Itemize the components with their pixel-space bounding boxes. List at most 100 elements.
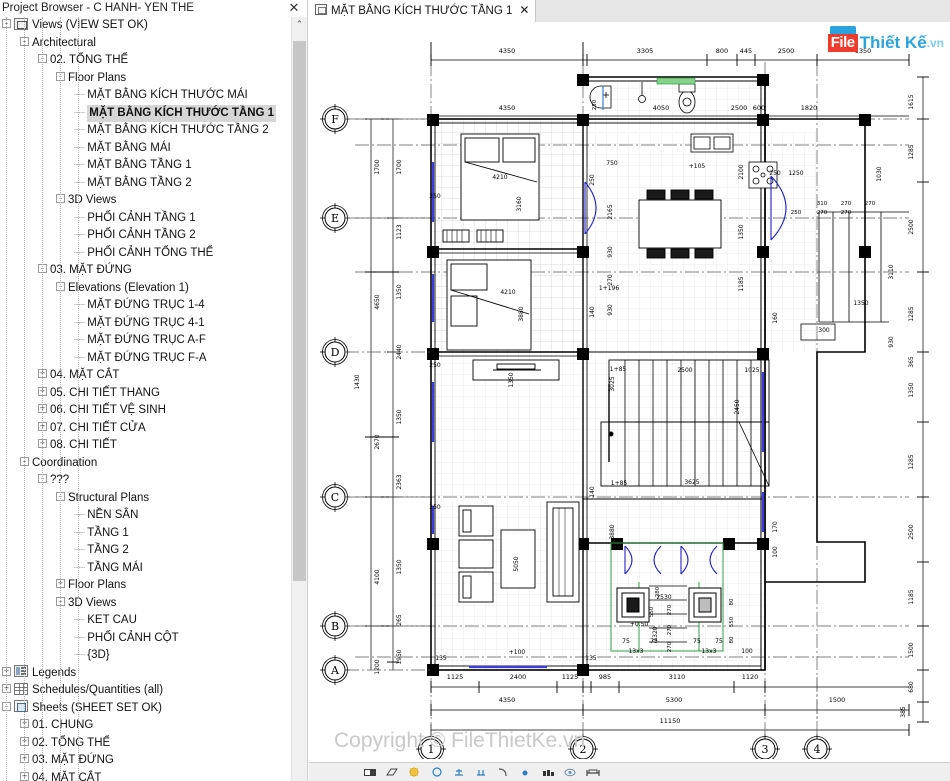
analytical-icon[interactable] (586, 767, 600, 778)
view-control-bar[interactable] (309, 762, 950, 781)
tree-item[interactable]: -??? (0, 472, 292, 490)
tree-item[interactable]: +01. CHUNG (0, 717, 292, 735)
tree-item-label: {3D} (87, 649, 110, 661)
project-browser-panel: Project Browser - C HANH- YEN THE ✕ - Vie… (0, 0, 308, 781)
svg-text:1030: 1030 (876, 166, 883, 181)
schedules-icon (14, 682, 28, 695)
close-icon[interactable]: ✕ (519, 3, 529, 17)
tree-item[interactable]: +03. MẶT ĐỨNG (0, 752, 292, 770)
tree-item[interactable]: - Structural Plans (0, 490, 292, 508)
tree-item-label: PHỐI CẢNH CỘT (87, 631, 179, 644)
render-icon[interactable] (475, 767, 488, 778)
tree-item[interactable]: ┈┈ MẶT ĐỨNG TRỤC F-A (0, 350, 292, 368)
svg-text:+105: +105 (689, 163, 706, 170)
project-browser-tree-scroll[interactable]: - Views (VIEW SET OK) - Architectural -02. T… (0, 17, 307, 781)
tree-item[interactable]: + Schedules/Quantities (all) (0, 682, 292, 700)
tree-connector-icon: ┈┈ (74, 317, 85, 329)
tree-item[interactable]: + Legends (0, 665, 292, 683)
detail-level-icon[interactable] (386, 767, 399, 778)
tree-guide-line (24, 17, 25, 781)
visual-style-icon[interactable] (408, 767, 421, 778)
tree-item[interactable]: ┈┈ TẦNG MÁI (0, 560, 292, 578)
drawing-canvas[interactable]: 5050 4350 3305 800 445 2500 1350 4350 40… (309, 22, 950, 781)
browser-scrollbar[interactable]: ⌃ (291, 17, 307, 781)
svg-text:4100: 4100 (374, 569, 381, 584)
tree-connector-icon: ┈┈ (74, 545, 85, 556)
scrollbar-thumb[interactable] (293, 41, 306, 581)
svg-text:5050: 5050 (513, 556, 520, 571)
tree-item[interactable]: +07. CHI TIẾT CỬA (0, 420, 292, 438)
sun-path-icon[interactable] (431, 767, 444, 778)
tree-item[interactable]: ┈┈ MẶT ĐỨNG TRỤC 1-4 (0, 297, 292, 315)
tree-item[interactable]: ┈┈ MẶT BẰNG KÍCH THƯỚC MÁI (0, 87, 292, 105)
crop-view-icon[interactable] (497, 767, 510, 778)
tree-item[interactable]: ┈┈ MẶT BẰNG KÍCH THƯỚC TẦNG 1 (0, 104, 292, 122)
tree-item[interactable]: - Floor Plans (0, 70, 292, 88)
tree-item[interactable]: - Sheets (SHEET SET OK) (0, 700, 292, 718)
svg-text:4210: 4210 (492, 174, 507, 181)
tree-item[interactable]: + Floor Plans (0, 577, 292, 595)
tree-item[interactable]: -3D Views (0, 192, 292, 210)
tree-item[interactable]: +04. MẶT CẮT (0, 367, 292, 385)
scale-icon[interactable] (364, 767, 377, 778)
tree-item[interactable]: - Elevations (Elevation 1) (0, 280, 292, 298)
tree-item[interactable]: ┈┈ PHỐI CẢNH CỘT (0, 630, 292, 648)
tree-item[interactable]: ┈┈ KET CAU (0, 612, 292, 630)
svg-text:930: 930 (607, 304, 614, 316)
svg-text:250: 250 (769, 170, 781, 177)
tree-item[interactable]: +06. CHI TIẾT VỆ SINH (0, 402, 292, 420)
tree-connector-icon: ┈┈ (74, 510, 85, 521)
svg-text:445: 445 (740, 47, 752, 55)
shadows-icon[interactable] (453, 767, 466, 778)
svg-text:550: 550 (649, 606, 655, 617)
svg-text:1350: 1350 (396, 559, 403, 574)
tree-item-label: MẶT BẰNG KÍCH THƯỚC TẦNG 2 (87, 124, 269, 136)
svg-text:250: 250 (791, 210, 802, 216)
tree-item[interactable]: - Architectural (0, 35, 292, 53)
tree-item-label: 02. TỔNG THỂ (32, 736, 111, 749)
svg-text:3625: 3625 (684, 479, 699, 486)
tree-item[interactable]: ┈┈ NỀN SÂN (0, 507, 292, 525)
tree-item[interactable]: ┈┈ MẶT BẰNG TẦNG 2 (0, 175, 292, 193)
tree-item[interactable]: - Views (VIEW SET OK) (0, 17, 292, 35)
tree-item[interactable]: - Coordination (0, 455, 292, 473)
tree-item[interactable]: ┈┈ MẶT BẰNG MÁI (0, 140, 292, 158)
tree-item[interactable]: ┈┈ MẶT ĐỨNG TRỤC A-F (0, 332, 292, 350)
tree-item[interactable]: -3D Views (0, 595, 292, 613)
tab-mat-bang-kich-thuoc-tang-1[interactable]: MẶT BẰNG KÍCH THƯỚC TẦNG 1 ✕ (309, 0, 537, 22)
reveal-hidden-icon[interactable] (564, 767, 577, 778)
svg-text:1185: 1185 (908, 589, 915, 604)
tree-item[interactable]: ┈┈ MẶT BẰNG KÍCH THƯỚC TẦNG 2 (0, 122, 292, 140)
tree-item[interactable]: +08. CHI TIẾT (0, 437, 292, 455)
tree-item[interactable]: +02. TỔNG THỂ (0, 735, 292, 753)
tree-item[interactable]: ┈┈ MẶT BẰNG TẦNG 1 (0, 157, 292, 175)
svg-text:100: 100 (772, 546, 779, 558)
svg-text:75: 75 (715, 638, 723, 645)
show-crop-icon[interactable] (519, 767, 532, 778)
tree-connector-icon: ┈┈ (74, 160, 85, 171)
tree-item[interactable]: ┈┈ MẶT ĐỨNG TRỤC 4-1 (0, 315, 292, 333)
tree-item[interactable]: ┈┈ {3D} (0, 647, 292, 665)
tree-item-label: Elevations (Elevation 1) (68, 281, 189, 294)
sheets-icon (14, 700, 28, 713)
tree-item[interactable]: +05. CHI TIẾT THANG (0, 385, 292, 403)
svg-text:270: 270 (817, 210, 828, 216)
tree-item[interactable]: ┈┈ PHỐI CẢNH TẦNG 1 (0, 210, 292, 228)
tree-item[interactable]: +04. MẶT CẮT (0, 770, 292, 781)
svg-text:140: 140 (589, 486, 596, 498)
scroll-up-icon[interactable]: ⌃ (292, 17, 307, 32)
tree-item-label: KET CAU (87, 614, 137, 626)
svg-text:13x3: 13x3 (701, 648, 716, 655)
tree-item[interactable]: ┈┈ TẦNG 1 (0, 525, 292, 543)
tree-item[interactable]: ┈┈ PHỐI CẢNH TỔNG THỂ (0, 245, 292, 263)
tree-item[interactable]: -02. TỔNG THỂ (0, 52, 292, 70)
tree-item[interactable]: -03. MẶT ĐỨNG (0, 262, 292, 280)
temp-hide-icon[interactable] (542, 767, 555, 778)
svg-text:270: 270 (607, 274, 614, 286)
svg-text:270: 270 (841, 201, 852, 207)
svg-text:600: 600 (753, 104, 765, 112)
tree-item[interactable]: ┈┈ PHỐI CẢNH TẦNG 2 (0, 227, 292, 245)
tree-item[interactable]: ┈┈ TẦNG 2 (0, 542, 292, 560)
svg-text:270: 270 (667, 624, 673, 635)
close-icon[interactable]: ✕ (287, 0, 301, 16)
